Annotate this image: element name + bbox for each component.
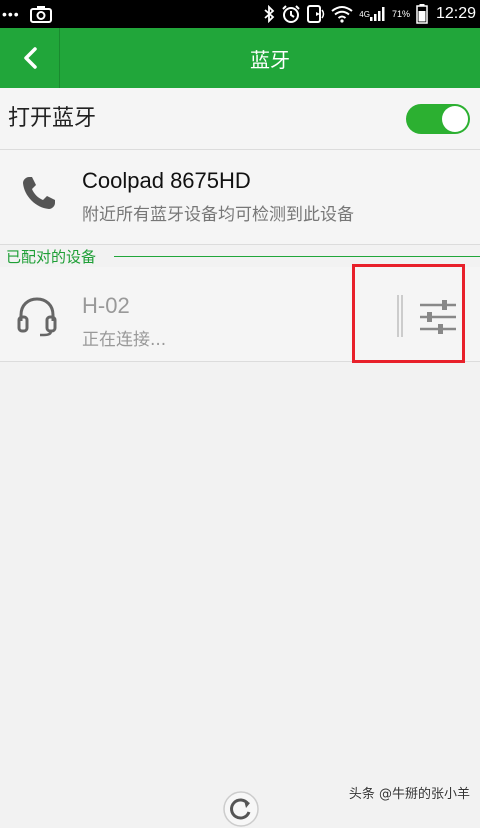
back-button[interactable]	[0, 28, 60, 88]
dots-icon: •••	[2, 6, 20, 22]
wifi-icon	[331, 5, 353, 23]
this-device-row[interactable]: Coolpad 8675HD 附近所有蓝牙设备均可检测到此设备	[0, 150, 480, 245]
refresh-icon[interactable]	[222, 790, 260, 828]
device-visibility-description: 附近所有蓝牙设备均可检测到此设备	[82, 205, 354, 225]
page-title: 蓝牙	[250, 47, 290, 72]
highlight-annotation-box	[352, 264, 465, 363]
status-bar: ••• 4G 71% 12:29	[0, 0, 480, 28]
chevron-left-icon	[23, 47, 37, 69]
screenshot-icon	[29, 5, 52, 23]
status-time: 12:29	[435, 5, 476, 22]
bluetooth-toggle-label: 打开蓝牙	[8, 106, 97, 131]
action-bar: 蓝牙	[0, 28, 480, 88]
paired-device-name: H-02	[82, 293, 130, 318]
toggle-knob	[442, 106, 468, 132]
device-name: Coolpad 8675HD	[82, 168, 251, 193]
battery-icon	[416, 4, 428, 24]
carrier-label: 4G	[359, 9, 370, 19]
section-divider	[114, 256, 480, 257]
nfc-icon	[307, 4, 325, 24]
signal-icon: 4G	[359, 7, 386, 21]
paired-device-status: 正在连接...	[82, 330, 167, 350]
alarm-icon	[281, 4, 301, 24]
paired-devices-title: 已配对的设备	[6, 246, 105, 267]
phone-icon	[23, 177, 55, 209]
bluetooth-icon	[263, 5, 275, 23]
bluetooth-toggle-row[interactable]: 打开蓝牙	[0, 88, 480, 150]
battery-percent: 71%	[391, 9, 410, 19]
headset-icon	[17, 297, 57, 337]
watermark-text: 头条 @牛掰的张小羊	[348, 787, 470, 802]
bluetooth-toggle-switch[interactable]	[406, 104, 470, 134]
